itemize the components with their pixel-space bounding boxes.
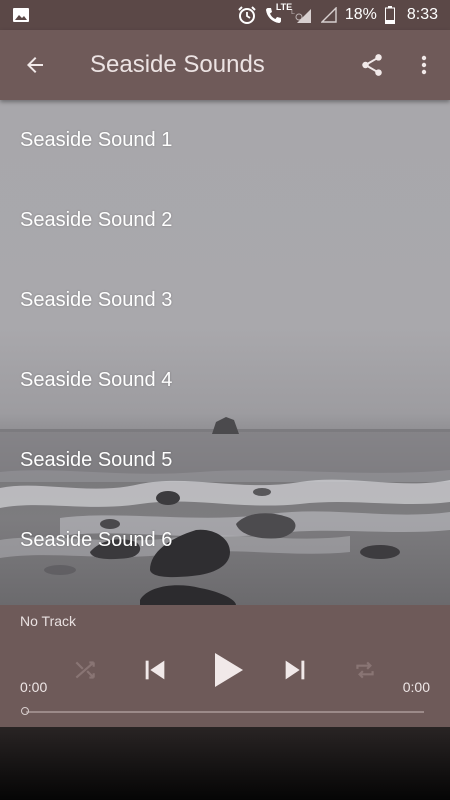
elapsed-time: 0:00 (20, 679, 48, 695)
list-item[interactable]: Seaside Sound 1 (0, 100, 450, 180)
play-button[interactable] (203, 645, 253, 695)
previous-button[interactable] (130, 645, 180, 695)
skip-next-icon (285, 660, 305, 680)
list-item[interactable]: Seaside Sound 6 (0, 500, 450, 580)
seek-bar[interactable] (26, 711, 424, 713)
data-signal-icon: L (291, 6, 313, 24)
repeat-button[interactable] (340, 645, 390, 695)
repeat-icon (356, 661, 374, 679)
battery-icon (384, 6, 395, 24)
skip-previous-icon (145, 660, 165, 680)
status-bar: LTE L 18% 8:33 (0, 0, 450, 30)
battery-percent: 18% (344, 6, 377, 23)
system-nav-bar (0, 727, 450, 800)
overflow-menu-button[interactable] (398, 30, 450, 100)
signal-icon (320, 7, 337, 23)
image-icon (12, 7, 30, 23)
arrow-back-icon (27, 57, 43, 73)
player-panel: No Track 0:00 0:00 (0, 605, 450, 727)
share-button[interactable] (346, 30, 398, 100)
list-item[interactable]: Seaside Sound 5 (0, 420, 450, 500)
more-vert-icon (421, 55, 427, 75)
next-button[interactable] (270, 645, 320, 695)
track-list: Seaside Sound 1 Seaside Sound 2 Seaside … (0, 100, 450, 580)
play-icon (215, 653, 243, 687)
page-title: Seaside Sounds (90, 51, 265, 78)
track-list-area[interactable]: Seaside Sound 1 Seaside Sound 2 Seaside … (0, 100, 450, 605)
seek-thumb[interactable] (21, 707, 29, 715)
list-item[interactable]: Seaside Sound 3 (0, 260, 450, 340)
now-playing-label: No Track (20, 613, 77, 629)
duration-time: 0:00 (402, 679, 430, 695)
volte-label: LTE (275, 2, 293, 12)
shuffle-icon (75, 661, 95, 679)
app-bar: Seaside Sounds (0, 30, 450, 100)
shuffle-button[interactable] (60, 645, 110, 695)
list-item[interactable]: Seaside Sound 2 (0, 180, 450, 260)
clock: 8:33 (406, 6, 438, 23)
back-button[interactable] (0, 30, 70, 100)
list-item[interactable]: Seaside Sound 4 (0, 340, 450, 420)
share-icon (362, 54, 382, 76)
playback-controls (0, 645, 450, 695)
volte-call-icon: LTE (265, 2, 292, 24)
alarm-icon (237, 5, 257, 25)
